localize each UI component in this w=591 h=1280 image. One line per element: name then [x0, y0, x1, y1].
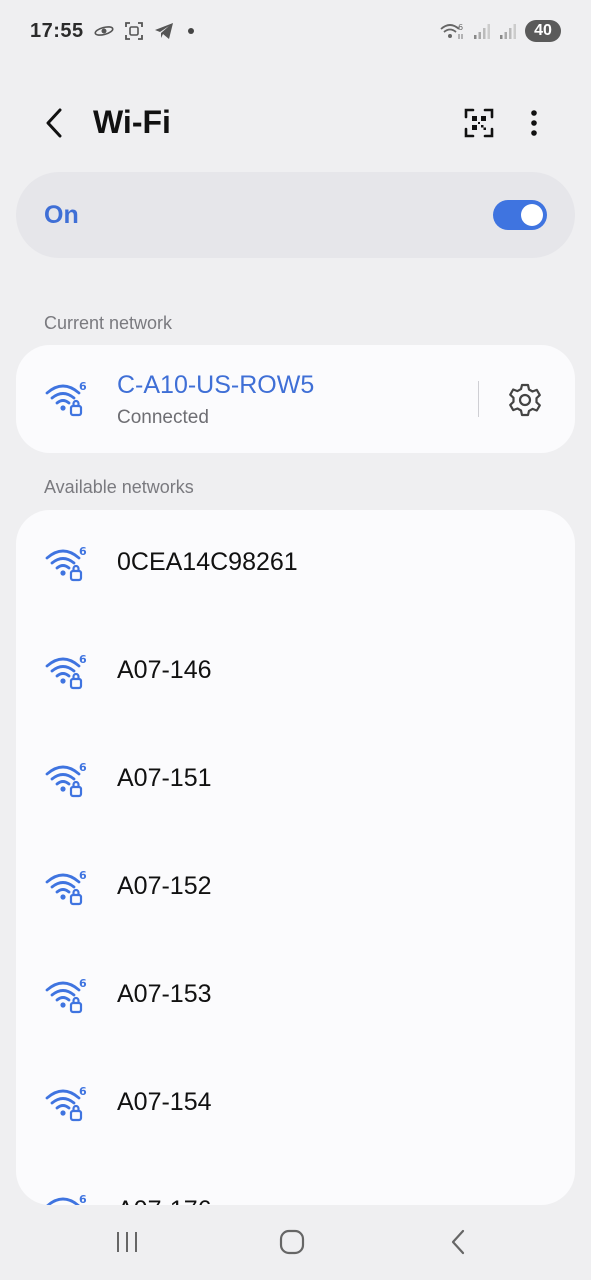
wifi-switch[interactable] [493, 200, 547, 230]
svg-text:6: 6 [79, 977, 87, 990]
wifi-6-lock-icon: 6 [44, 652, 88, 692]
current-network-status: Connected [117, 407, 209, 428]
network-item[interactable]: 6 A07-151 [16, 726, 575, 834]
network-item[interactable]: 6 A07-176 [16, 1158, 575, 1205]
wifi-6-lock-icon: 6 [44, 868, 88, 908]
gear-icon[interactable] [506, 381, 544, 419]
app-header: Wi-Fi [0, 90, 591, 156]
network-item[interactable]: 6 A07-154 [16, 1050, 575, 1158]
svg-text:6: 6 [79, 653, 87, 666]
qr-code-icon[interactable] [460, 104, 498, 142]
battery-level: 40 [525, 20, 561, 42]
network-name: A07-153 [117, 980, 212, 1008]
svg-text:6: 6 [79, 1085, 87, 1098]
svg-text:6: 6 [458, 23, 463, 32]
notification-dot-icon [187, 28, 194, 34]
switch-knob [521, 204, 543, 226]
toggle-label: On [44, 200, 79, 229]
svg-text:6: 6 [79, 380, 87, 393]
wifi-6-lock-icon: 6 [44, 1084, 88, 1124]
network-item[interactable]: 6 A07-153 [16, 942, 575, 1050]
network-item[interactable]: 6 0CEA14C98261 [16, 510, 575, 618]
more-vert-icon[interactable] [518, 104, 550, 142]
wifi-master-toggle[interactable]: On [16, 172, 575, 258]
divider [478, 381, 479, 417]
network-name: A07-151 [117, 764, 212, 792]
home-icon[interactable] [272, 1226, 312, 1258]
network-name: A07-152 [117, 872, 212, 900]
screenshot-icon [124, 21, 144, 41]
network-item[interactable]: 6 A07-146 [16, 618, 575, 726]
wifi-6-lock-icon: 6 [44, 760, 88, 800]
back-icon[interactable] [438, 1226, 478, 1258]
current-network-header: Current network [44, 313, 173, 333]
wifi-6-lock-icon: 6 [44, 544, 88, 584]
svg-text:6: 6 [79, 869, 87, 882]
orbit-icon [94, 24, 114, 38]
recents-icon[interactable] [107, 1226, 147, 1258]
current-network-name: C-A10-US-ROW5 [117, 371, 315, 399]
svg-text:6: 6 [79, 761, 87, 774]
page-title: Wi-Fi [93, 104, 171, 140]
navigation-bar [0, 1206, 591, 1280]
available-networks-header: Available networks [44, 477, 194, 497]
telegram-icon [154, 22, 174, 40]
signal-icon [473, 22, 491, 40]
svg-text:6: 6 [79, 545, 87, 558]
svg-text:6: 6 [79, 1193, 87, 1205]
wifi-6-lock-icon: 6 [44, 1192, 88, 1205]
network-name: A07-176 [117, 1196, 212, 1205]
network-name: 0CEA14C98261 [117, 548, 298, 576]
network-name: A07-146 [117, 656, 212, 684]
network-name: A07-154 [117, 1088, 212, 1116]
back-chevron-icon[interactable] [36, 104, 72, 142]
status-time: 17:55 [30, 19, 84, 42]
wifi-6-lock-icon: 6 [44, 379, 88, 419]
current-network-card[interactable]: 6 C-A10-US-ROW5 Connected [16, 345, 575, 453]
wifi-6-lock-icon: 6 [44, 976, 88, 1016]
wifi-6-status-icon: 6 [439, 21, 465, 41]
network-item[interactable]: 6 A07-152 [16, 834, 575, 942]
available-networks-list: 6 0CEA14C98261 6 A07-146 6 A07-151 6 A07… [16, 510, 575, 1205]
signal-icon [499, 22, 517, 40]
status-bar: 17:55 6 40 [0, 0, 591, 62]
